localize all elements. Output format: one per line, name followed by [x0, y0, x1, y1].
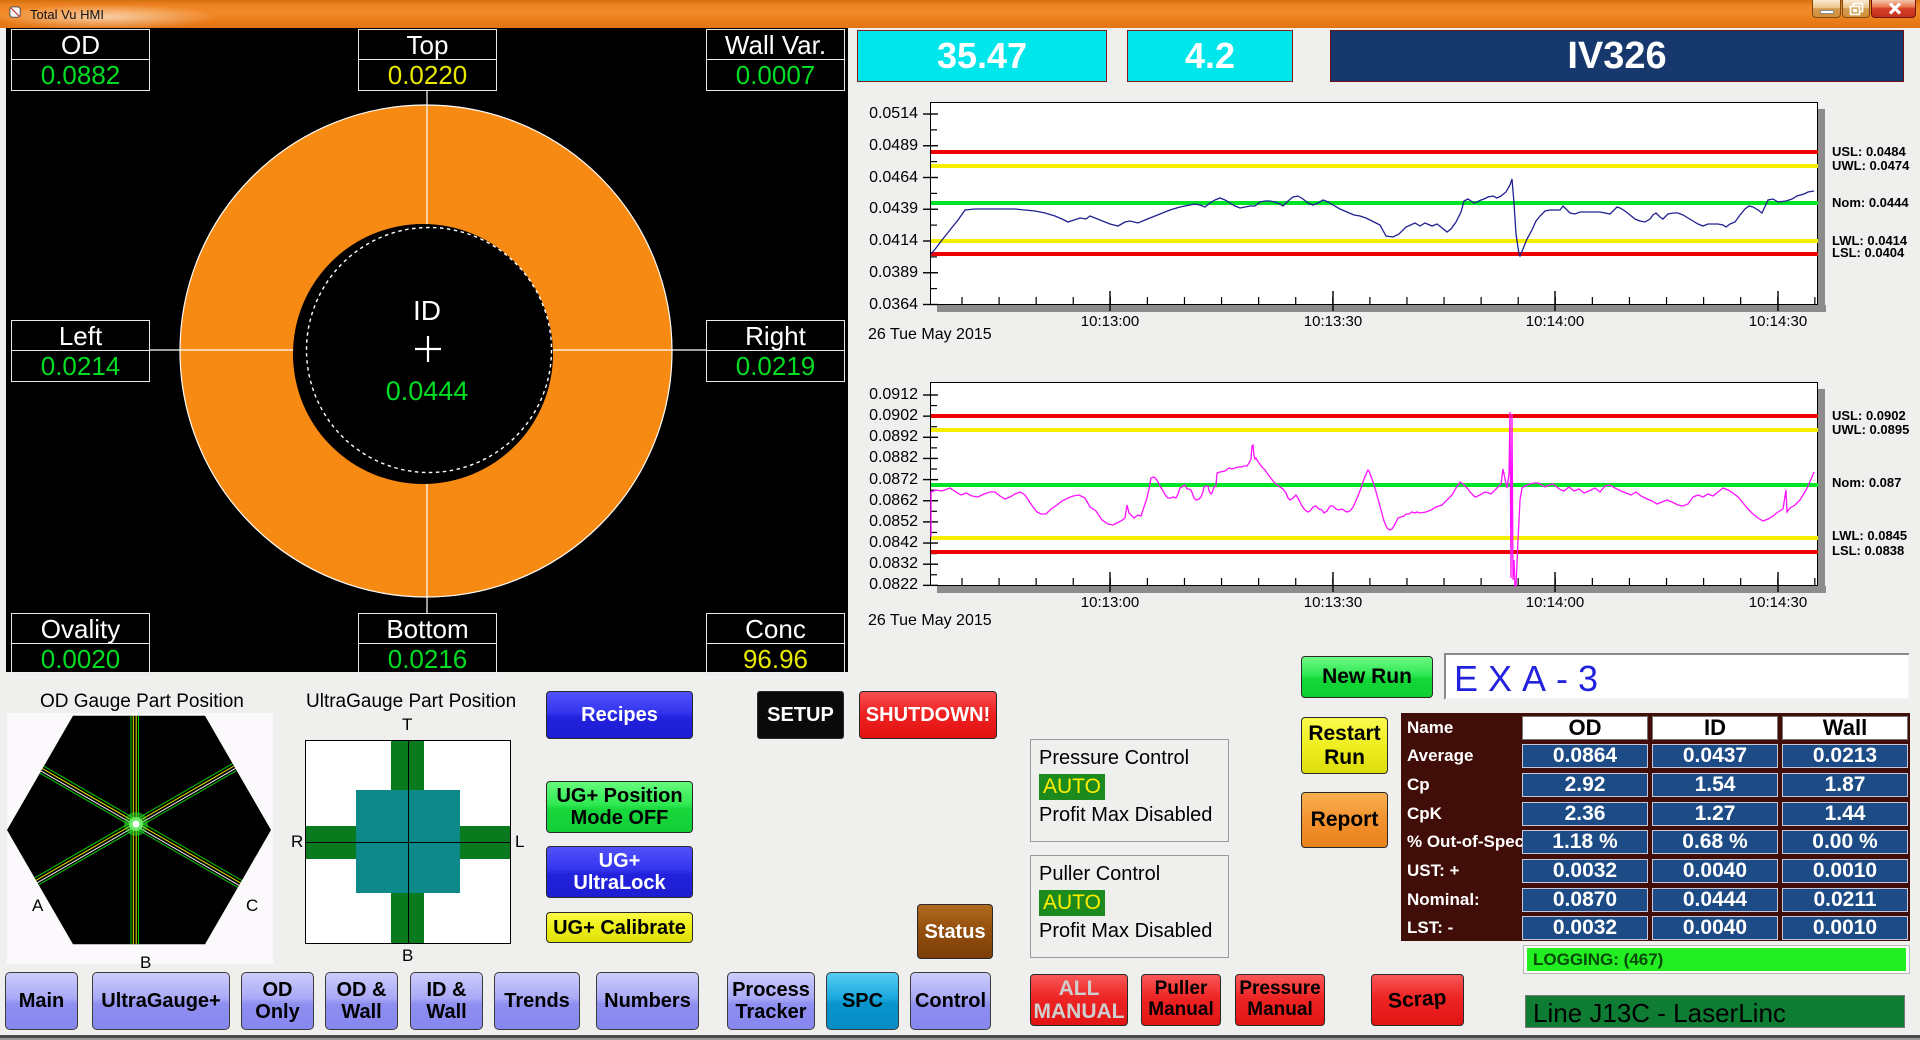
svg-text:0.0444: 0.0444	[386, 376, 469, 406]
svg-text:B: B	[140, 953, 151, 972]
svg-text:A: A	[32, 896, 44, 915]
svg-text:ID: ID	[413, 295, 441, 326]
svg-text:C: C	[246, 896, 258, 915]
